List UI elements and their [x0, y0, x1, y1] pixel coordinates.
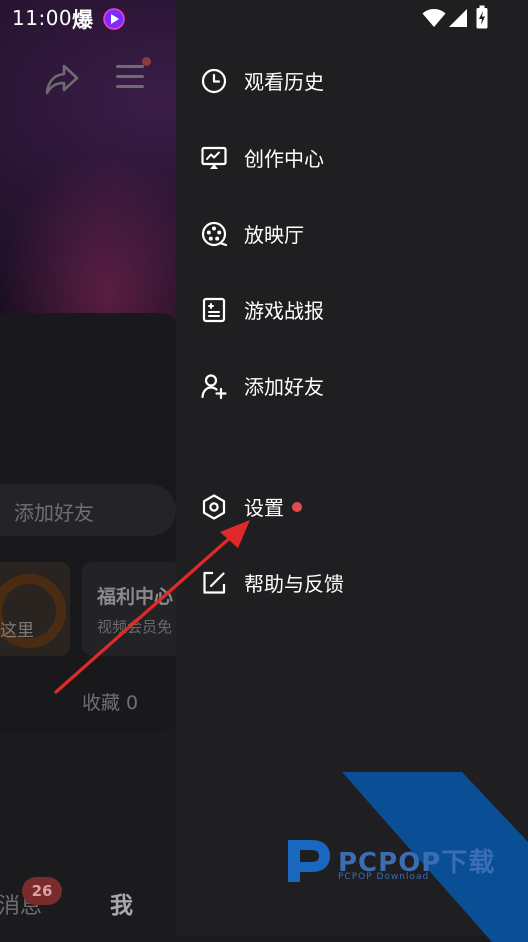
- signal-icon: [449, 9, 467, 27]
- video-app-icon: [103, 8, 125, 30]
- menu-item-screening-hall[interactable]: 放映厅: [176, 206, 528, 262]
- menu-item-label: 游戏战报: [244, 299, 324, 323]
- battery-charging-icon: [476, 5, 488, 29]
- promo-tile[interactable]: 这里: [0, 562, 70, 656]
- messages-badge: 26: [22, 877, 62, 905]
- menu-item-label: 放映厅: [244, 223, 304, 247]
- clock-icon: [201, 68, 227, 94]
- tab-me[interactable]: 我: [110, 886, 133, 920]
- explosion-icon: 爆: [72, 8, 93, 32]
- game-report-icon: [202, 297, 226, 323]
- welfare-center-tile[interactable]: 福利中心 视频会员免: [82, 562, 182, 656]
- menu-item-label: 观看历史: [244, 70, 324, 94]
- settings-hexagon-icon: [202, 494, 226, 520]
- menu-item-label: 添加好友: [244, 375, 324, 399]
- menu-item-label: 帮助与反馈: [244, 572, 344, 596]
- menu-item-label: 创作中心: [244, 147, 324, 171]
- menu-item-watch-history[interactable]: 观看历史: [176, 53, 528, 109]
- menu-item-add-friend[interactable]: 添加好友: [176, 358, 528, 414]
- status-bar: 11:00 爆: [0, 0, 528, 36]
- settings-notification-dot: [292, 502, 302, 512]
- share-icon[interactable]: [44, 62, 80, 96]
- watermark-subtext: PCPOP Download: [338, 872, 430, 882]
- watermark-logo-icon: [288, 840, 330, 882]
- menu-notification-dot: [142, 57, 151, 66]
- menu-icon[interactable]: [114, 62, 148, 92]
- menu-item-help-feedback[interactable]: 帮助与反馈: [176, 555, 528, 611]
- favorites-tab[interactable]: 收藏 0: [82, 688, 138, 715]
- menu-item-creator-center[interactable]: 创作中心: [176, 130, 528, 186]
- menu-item-label: 设置: [244, 496, 284, 520]
- welfare-center-title: 福利中心: [97, 586, 174, 608]
- add-user-icon: [201, 374, 227, 400]
- promo-tile-caption: 这里: [0, 621, 34, 641]
- add-friend-label: 添加好友: [14, 501, 94, 525]
- film-reel-icon: [201, 221, 228, 247]
- wifi-icon: [422, 9, 446, 27]
- menu-item-game-report[interactable]: 游戏战报: [176, 282, 528, 338]
- menu-item-settings[interactable]: 设置: [176, 479, 528, 535]
- edit-feedback-icon: [203, 571, 226, 594]
- status-time: 11:00: [12, 6, 73, 30]
- add-friend-button[interactable]: 添加好友: [0, 484, 176, 536]
- creator-screen-icon: [201, 146, 227, 169]
- welfare-center-subtitle: 视频会员免: [97, 618, 173, 636]
